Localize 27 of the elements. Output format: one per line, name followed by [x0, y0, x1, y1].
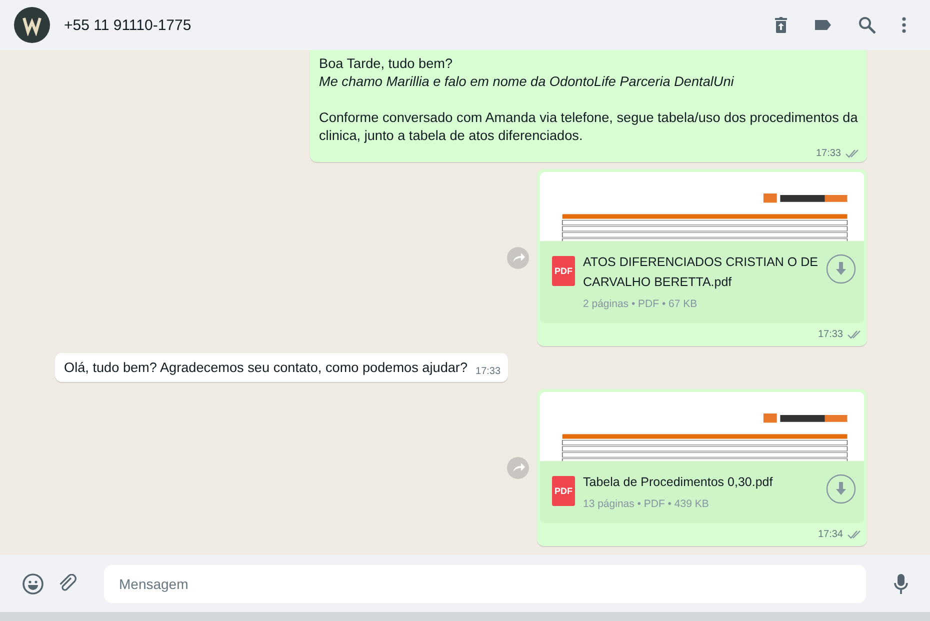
message-time: 17:33: [476, 366, 501, 377]
message-time: 17:33: [816, 148, 841, 159]
message-input-field[interactable]: Mensagem: [104, 564, 866, 602]
file-name: Tabela de Procedimentos 0,30.pdf: [583, 474, 774, 491]
download-icon[interactable]: [826, 474, 856, 504]
file-name: ATOS DIFERENCIADOS CRISTIAN O DE CARVALHO BERETTA.pdf: [583, 254, 818, 291]
message-time: 17:34: [818, 529, 843, 540]
download-icon[interactable]: [826, 254, 856, 284]
message-text: Conforme conversado com Amanda via telefone, segue tabela/uso dos procedimentos da clinica, junto a tabela de atos diferenciados.: [319, 109, 859, 145]
message-text: Olá, tudo bem? Agradecemos seu contato, como podemos ajudar?: [64, 359, 468, 377]
file-meta: 13 páginas • PDF • 439 KB: [583, 498, 710, 510]
search-icon[interactable]: [858, 16, 876, 34]
file-meta: 2 páginas • PDF • 67 KB: [583, 298, 698, 310]
pdf-file-icon: PDF: [552, 256, 575, 286]
paperclip-icon[interactable]: [58, 574, 78, 594]
message-time: 17:33: [818, 329, 843, 340]
microphone-icon[interactable]: [894, 572, 908, 594]
delete-icon[interactable]: [774, 16, 788, 34]
message-text: Boa Tarde, tudo bem? Me chamo Marillia e falo em nome da OdontoLife Parceria DentalUni: [319, 55, 735, 91]
document-card[interactable]: PDF Tabela de Procedimentos 0,30.pdf 13 páginas • PDF • 439 KB: [540, 461, 864, 523]
contact-name[interactable]: +55 11 91110-1775: [64, 16, 760, 34]
label-icon[interactable]: [814, 19, 832, 31]
menu-icon[interactable]: [902, 17, 906, 33]
document-card[interactable]: PDF ATOS DIFERENCIADOS CRISTIAN O DE CARVALHO BERETTA.pdf 2 páginas • PDF • 67 KB: [540, 241, 864, 323]
contact-avatar[interactable]: [14, 7, 50, 43]
emoji-icon[interactable]: [22, 572, 44, 594]
pdf-file-icon: PDF: [552, 476, 575, 506]
